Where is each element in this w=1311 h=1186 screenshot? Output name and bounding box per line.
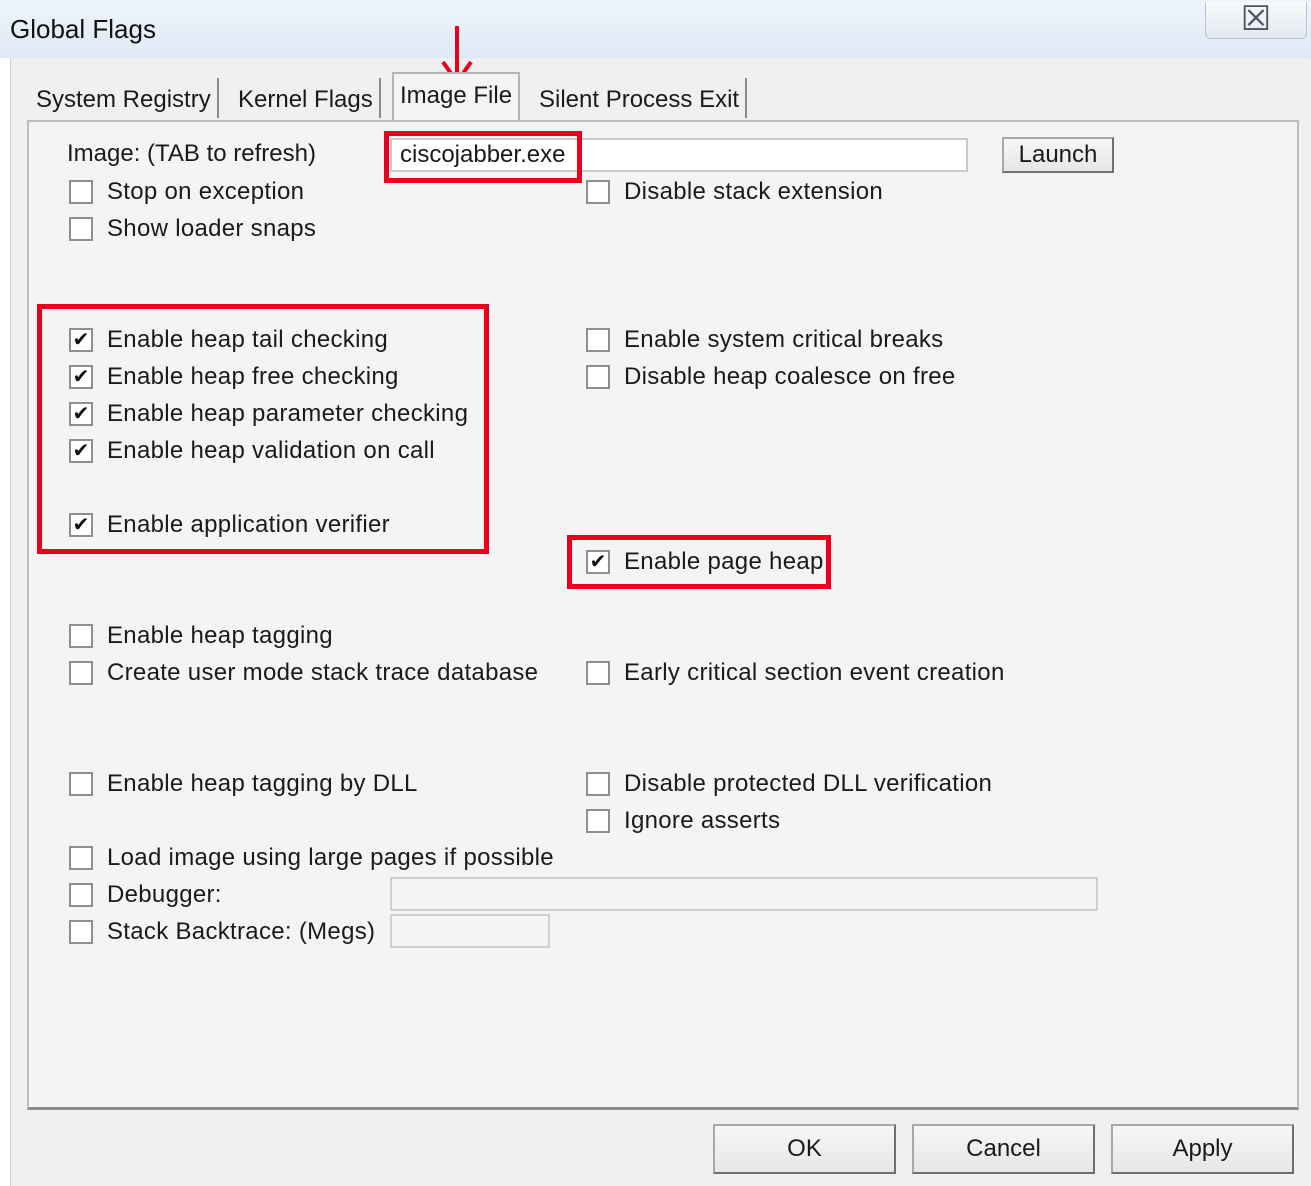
debugger-label: Debugger:: [107, 881, 222, 908]
disable-protected-dll-checkbox[interactable]: [586, 772, 610, 796]
apply-button[interactable]: Apply: [1111, 1124, 1294, 1174]
early-critical-section-label: Early critical section event creation: [624, 659, 1005, 686]
large-pages-label: Load image using large pages if possible: [107, 844, 554, 871]
disable-heap-coalesce-label: Disable heap coalesce on free: [624, 363, 956, 390]
close-icon[interactable]: ☒: [1205, 2, 1307, 39]
user-mode-stack-trace-label: Create user mode stack trace database: [107, 659, 539, 686]
show-loader-snaps-label: Show loader snaps: [107, 215, 317, 242]
image-label: Image: (TAB to refresh): [67, 140, 316, 167]
show-loader-snaps-checkbox[interactable]: [69, 217, 93, 241]
heap-tagging-by-dll-label: Enable heap tagging by DLL: [107, 770, 418, 797]
stack-backtrace-label: Stack Backtrace: (Megs): [107, 918, 376, 945]
disable-stack-extension-label: Disable stack extension: [624, 178, 884, 205]
window-title: Global Flags: [10, 14, 156, 44]
stop-on-exception-checkbox[interactable]: [69, 180, 93, 204]
stack-backtrace-input[interactable]: [390, 914, 550, 948]
image-file-panel: [27, 120, 1299, 1110]
ignore-asserts-label: Ignore asserts: [624, 807, 781, 834]
heap-tagging-checkbox[interactable]: [69, 624, 93, 648]
disable-protected-dll-label: Disable protected DLL verification: [624, 770, 993, 797]
cancel-button[interactable]: Cancel: [912, 1124, 1095, 1174]
highlight-box-heap-checks: [37, 304, 489, 554]
heap-tagging-label: Enable heap tagging: [107, 622, 333, 649]
debugger-input[interactable]: [390, 877, 1098, 911]
large-pages-checkbox[interactable]: [69, 846, 93, 870]
title-bar: Global Flags ☒: [0, 0, 1311, 58]
system-critical-breaks-checkbox[interactable]: [586, 328, 610, 352]
stack-backtrace-checkbox[interactable]: [69, 920, 93, 944]
tab-image-file[interactable]: Image File: [392, 72, 521, 120]
highlight-box-page-heap: [567, 535, 831, 589]
system-critical-breaks-label: Enable system critical breaks: [624, 326, 944, 353]
user-mode-stack-trace-checkbox[interactable]: [69, 661, 93, 685]
disable-heap-coalesce-checkbox[interactable]: [586, 365, 610, 389]
stop-on-exception-label: Stop on exception: [107, 178, 305, 205]
tab-system-registry[interactable]: System Registry: [30, 78, 219, 118]
disable-stack-extension-checkbox[interactable]: [586, 180, 610, 204]
highlight-box-image: [384, 131, 582, 183]
launch-button[interactable]: Launch: [1002, 137, 1114, 173]
tab-kernel-flags[interactable]: Kernel Flags: [232, 78, 381, 118]
tab-silent-process-exit[interactable]: Silent Process Exit: [533, 78, 748, 118]
early-critical-section-checkbox[interactable]: [586, 661, 610, 685]
ignore-asserts-checkbox[interactable]: [586, 809, 610, 833]
heap-tagging-by-dll-checkbox[interactable]: [69, 772, 93, 796]
debugger-checkbox[interactable]: [69, 883, 93, 907]
ok-button[interactable]: OK: [713, 1124, 896, 1174]
